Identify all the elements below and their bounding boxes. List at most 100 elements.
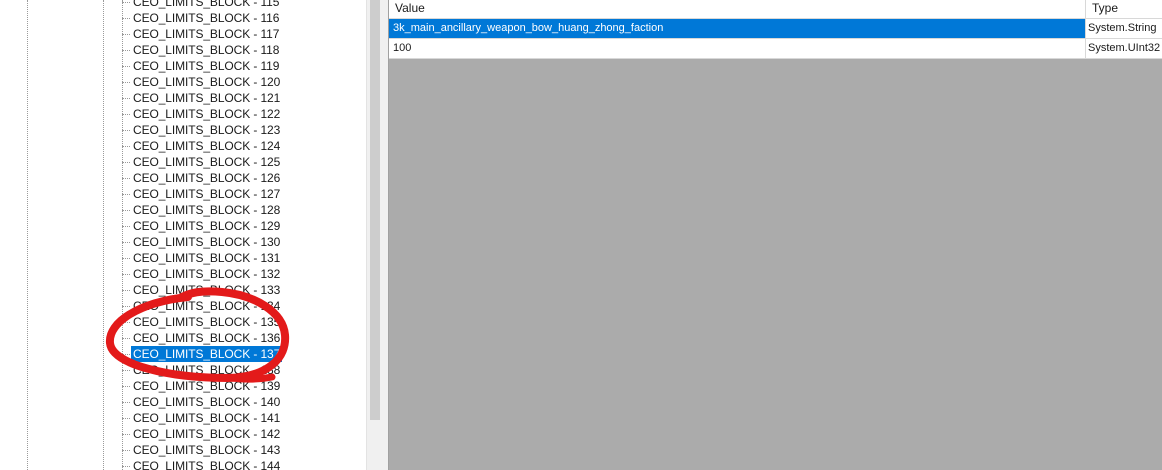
- grid-row[interactable]: 100 System.UInt32: [389, 39, 1162, 59]
- property-grid: Value Type 3k_main_ancillary_weapon_bow_…: [389, 0, 1162, 470]
- tree-connector-line: [122, 258, 130, 259]
- tree-item[interactable]: CEO_LIMITS_BLOCK - 122: [0, 106, 366, 122]
- column-header-type[interactable]: Type: [1086, 0, 1162, 18]
- tree-item[interactable]: CEO_LIMITS_BLOCK - 143: [0, 442, 366, 458]
- tree-item[interactable]: CEO_LIMITS_BLOCK - 137: [0, 346, 366, 362]
- tree-view[interactable]: CEO_LIMITS_BLOCK - 115 CEO_LIMITS_BLOCK -…: [0, 0, 366, 470]
- tree-connector-line: [122, 66, 130, 67]
- tree-item[interactable]: CEO_LIMITS_BLOCK - 121: [0, 90, 366, 106]
- tree-item-label: CEO_LIMITS_BLOCK - 140: [133, 395, 281, 409]
- tree-item[interactable]: CEO_LIMITS_BLOCK - 119: [0, 58, 366, 74]
- tree-connector-line: [122, 2, 130, 3]
- tree-item[interactable]: CEO_LIMITS_BLOCK - 141: [0, 410, 366, 426]
- tree-connector-line: [122, 322, 130, 323]
- tree-scrollbar[interactable]: [366, 0, 384, 470]
- tree-item[interactable]: CEO_LIMITS_BLOCK - 126: [0, 170, 366, 186]
- tree-item[interactable]: CEO_LIMITS_BLOCK - 136: [0, 330, 366, 346]
- tree-connector-line: [122, 242, 130, 243]
- tree-connector-line: [122, 290, 130, 291]
- tree-item-label: CEO_LIMITS_BLOCK - 136: [133, 331, 281, 345]
- tree-item[interactable]: CEO_LIMITS_BLOCK - 127: [0, 186, 366, 202]
- tree-item-label: CEO_LIMITS_BLOCK - 127: [133, 187, 281, 201]
- tree-item-label: CEO_LIMITS_BLOCK - 130: [133, 235, 281, 249]
- tree-connector-line: [122, 18, 130, 19]
- tree-item-label: CEO_LIMITS_BLOCK - 132: [133, 267, 281, 281]
- tree-item[interactable]: CEO_LIMITS_BLOCK - 144: [0, 458, 366, 470]
- tree-item-label: CEO_LIMITS_BLOCK - 139: [133, 379, 281, 393]
- tree-connector-line: [122, 162, 130, 163]
- tree-item-list: CEO_LIMITS_BLOCK - 115 CEO_LIMITS_BLOCK -…: [0, 0, 366, 470]
- tree-item-label: CEO_LIMITS_BLOCK - 115: [133, 0, 280, 9]
- tree-item-label: CEO_LIMITS_BLOCK - 134: [133, 299, 281, 313]
- tree-item-label: CEO_LIMITS_BLOCK - 126: [133, 171, 281, 185]
- tree-connector-line: [122, 50, 130, 51]
- tree-item[interactable]: CEO_LIMITS_BLOCK - 128: [0, 202, 366, 218]
- tree-item[interactable]: CEO_LIMITS_BLOCK - 134: [0, 298, 366, 314]
- tree-item-label: CEO_LIMITS_BLOCK - 120: [133, 75, 281, 89]
- tree-connector-line: [122, 194, 130, 195]
- tree-item-label: CEO_LIMITS_BLOCK - 131: [133, 251, 281, 265]
- scrollbar-thumb[interactable]: [370, 0, 380, 420]
- tree-connector-line: [122, 82, 130, 83]
- tree-connector-line: [122, 34, 130, 35]
- tree-connector-line: [122, 146, 130, 147]
- tree-connector-line: [122, 274, 130, 275]
- tree-item-label: CEO_LIMITS_BLOCK - 135: [133, 315, 281, 329]
- tree-connector-line: [122, 370, 130, 371]
- tree-connector-line: [122, 386, 130, 387]
- tree-item-label: CEO_LIMITS_BLOCK - 125: [133, 155, 281, 169]
- tree-item-label: CEO_LIMITS_BLOCK - 118: [133, 43, 280, 57]
- tree-item[interactable]: CEO_LIMITS_BLOCK - 129: [0, 218, 366, 234]
- tree-item[interactable]: CEO_LIMITS_BLOCK - 124: [0, 138, 366, 154]
- tree-item[interactable]: CEO_LIMITS_BLOCK - 115: [0, 0, 366, 10]
- tree-item-label: CEO_LIMITS_BLOCK - 123: [133, 123, 281, 137]
- tree-connector-line: [122, 98, 130, 99]
- tree-item-label: CEO_LIMITS_BLOCK - 144: [133, 459, 281, 470]
- tree-item-label: CEO_LIMITS_BLOCK - 117: [133, 27, 280, 41]
- tree-item[interactable]: CEO_LIMITS_BLOCK - 118: [0, 42, 366, 58]
- grid-cell-value[interactable]: 100: [389, 39, 1086, 58]
- tree-item-label: CEO_LIMITS_BLOCK - 129: [133, 219, 281, 233]
- tree-item[interactable]: CEO_LIMITS_BLOCK - 130: [0, 234, 366, 250]
- tree-item[interactable]: CEO_LIMITS_BLOCK - 133: [0, 282, 366, 298]
- tree-item-label: CEO_LIMITS_BLOCK - 143: [133, 443, 281, 457]
- grid-header: Value Type: [389, 0, 1162, 19]
- tree-item[interactable]: CEO_LIMITS_BLOCK - 132: [0, 266, 366, 282]
- grid-row[interactable]: 3k_main_ancillary_weapon_bow_huang_zhong…: [389, 19, 1162, 39]
- tree-connector-line: [122, 466, 130, 467]
- tree-item[interactable]: CEO_LIMITS_BLOCK - 142: [0, 426, 366, 442]
- tree-item[interactable]: CEO_LIMITS_BLOCK - 123: [0, 122, 366, 138]
- tree-connector-line: [122, 434, 130, 435]
- tree-item-label: CEO_LIMITS_BLOCK - 137: [131, 346, 283, 362]
- tree-item[interactable]: CEO_LIMITS_BLOCK - 116: [0, 10, 366, 26]
- grid-cell-type[interactable]: System.UInt32: [1086, 39, 1162, 58]
- tree-item[interactable]: CEO_LIMITS_BLOCK - 131: [0, 250, 366, 266]
- tree-item-label: CEO_LIMITS_BLOCK - 142: [133, 427, 281, 441]
- tree-item-label: CEO_LIMITS_BLOCK - 116: [133, 11, 280, 25]
- tree-item[interactable]: CEO_LIMITS_BLOCK - 125: [0, 154, 366, 170]
- tree-connector-line: [122, 306, 130, 307]
- tree-item[interactable]: CEO_LIMITS_BLOCK - 120: [0, 74, 366, 90]
- tree-item[interactable]: CEO_LIMITS_BLOCK - 138: [0, 362, 366, 378]
- tree-connector-line: [122, 402, 130, 403]
- tree-item-label: CEO_LIMITS_BLOCK - 122: [133, 107, 281, 121]
- tree-item-label: CEO_LIMITS_BLOCK - 119: [133, 59, 280, 73]
- tree-item-label: CEO_LIMITS_BLOCK - 138: [133, 363, 281, 377]
- grid-cell-type[interactable]: System.String: [1086, 19, 1162, 38]
- tree-item-label: CEO_LIMITS_BLOCK - 133: [133, 283, 281, 297]
- column-header-value[interactable]: Value: [389, 0, 1086, 18]
- tree-item[interactable]: CEO_LIMITS_BLOCK - 117: [0, 26, 366, 42]
- tree-connector-line: [122, 450, 130, 451]
- grid-cell-value[interactable]: 3k_main_ancillary_weapon_bow_huang_zhong…: [389, 19, 1086, 38]
- tree-item[interactable]: CEO_LIMITS_BLOCK - 135: [0, 314, 366, 330]
- tree-connector-line: [122, 210, 130, 211]
- tree-connector-line: [122, 114, 130, 115]
- tree-item[interactable]: CEO_LIMITS_BLOCK - 139: [0, 378, 366, 394]
- tree-item-label: CEO_LIMITS_BLOCK - 128: [133, 203, 281, 217]
- tree-connector-line: [122, 226, 130, 227]
- tree-item-label: CEO_LIMITS_BLOCK - 124: [133, 139, 281, 153]
- tree-item[interactable]: CEO_LIMITS_BLOCK - 140: [0, 394, 366, 410]
- tree-connector-line: [122, 130, 130, 131]
- tree-connector-line: [122, 178, 130, 179]
- tree-item-label: CEO_LIMITS_BLOCK - 141: [133, 411, 281, 425]
